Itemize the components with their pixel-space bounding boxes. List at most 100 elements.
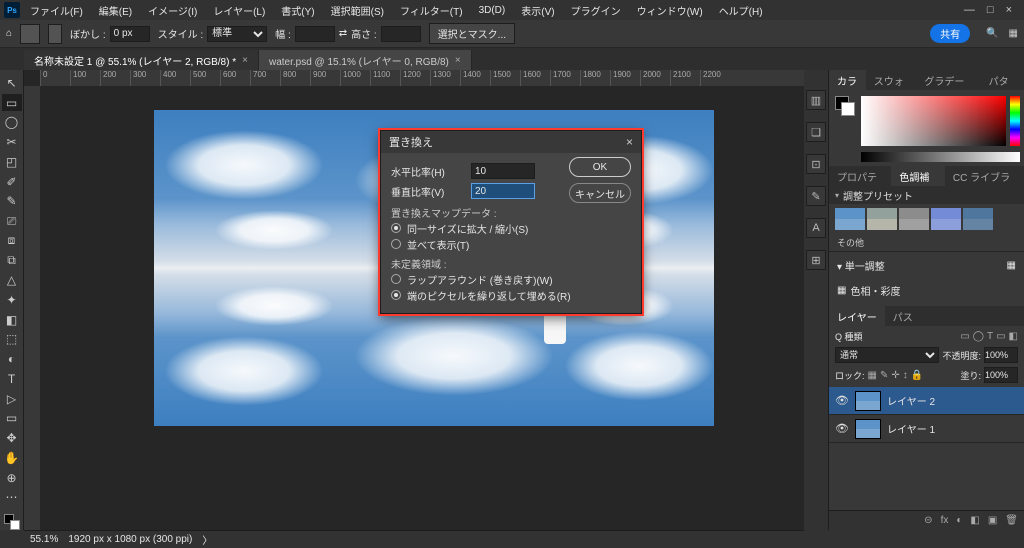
width-input[interactable] [295, 26, 335, 42]
adjust-presets-header[interactable]: ▾ 調整プリセット [829, 186, 1024, 204]
zoom-level[interactable]: 55.1% [30, 534, 58, 545]
preset-thumb[interactable] [835, 208, 865, 230]
tool-clone-stamp[interactable]: ⧉ [2, 252, 22, 270]
preset-thumb[interactable] [931, 208, 961, 230]
menu-filter[interactable]: フィルター(T) [394, 1, 469, 20]
map-option-stretch[interactable]: 同一サイズに拡大 / 縮小(S) [391, 220, 631, 236]
info-dropdown-icon[interactable]: 〉 [202, 532, 212, 547]
window-close-icon[interactable]: × [1006, 4, 1012, 16]
panel-icon-libraries[interactable]: ❏ [806, 122, 826, 142]
document-tab-1-close-icon[interactable]: × [242, 55, 248, 66]
document-tab-1[interactable]: 名称未設定 1 @ 55.1% (レイヤー 2, RGB/8) * × [24, 50, 259, 70]
color-spectrum[interactable] [861, 96, 1006, 146]
menu-view[interactable]: 表示(V) [515, 1, 560, 20]
map-option-tile[interactable]: 並べて表示(T) [391, 236, 631, 252]
layer-name[interactable]: レイヤー 1 [887, 421, 935, 436]
style-select[interactable]: 標準 [207, 26, 267, 42]
fill-input[interactable] [984, 367, 1018, 383]
tool-gradient[interactable]: ◧ [2, 311, 22, 329]
color-swatches[interactable] [2, 512, 22, 530]
lock-pixels-icon[interactable]: ✎ [880, 370, 888, 381]
layer-style-icon[interactable]: fx [941, 515, 949, 526]
tool-lasso[interactable]: ◯ [2, 113, 22, 131]
home-icon[interactable]: ⌂ [6, 28, 12, 39]
cancel-button[interactable]: キャンセル [569, 183, 631, 203]
preset-thumb[interactable] [867, 208, 897, 230]
vscale-input[interactable] [471, 183, 535, 199]
brightness-bar[interactable] [861, 152, 1020, 162]
hscale-input[interactable] [471, 163, 535, 179]
lock-all-icon[interactable]: 🔒 [911, 370, 923, 381]
filter-adjust-icon[interactable]: ◯ [973, 331, 984, 342]
new-layer-icon[interactable]: ▣ [988, 515, 997, 526]
blend-mode-select[interactable]: 通常 [835, 347, 939, 363]
filter-type-icon[interactable]: T [987, 331, 993, 342]
window-minimize-icon[interactable]: — [964, 4, 975, 16]
search-icon[interactable]: 🔍 [986, 28, 998, 39]
tab-color[interactable]: カラー [829, 70, 866, 90]
tool-dodge[interactable]: ◐ [2, 350, 22, 368]
layer-row[interactable]: 👁 レイヤー 2 [829, 387, 1024, 415]
lock-position-icon[interactable]: ✛ [891, 370, 899, 381]
current-tool-swatch[interactable] [20, 24, 40, 44]
tab-swatches[interactable]: スウォッチ [866, 70, 917, 90]
select-and-mask-button[interactable]: 選択とマスク... [429, 23, 515, 44]
tool-edit-toolbar[interactable]: ⋯ [2, 488, 22, 506]
menu-plugins[interactable]: プラグイン [565, 1, 627, 20]
swap-dims-icon[interactable]: ⇄ [339, 28, 347, 39]
panel-icon-brushes[interactable]: ✎ [806, 186, 826, 206]
grid-view-icon[interactable]: ▦ [1007, 260, 1016, 271]
tool-brush[interactable]: ⧈ [2, 232, 22, 250]
menu-layer[interactable]: レイヤー(L) [207, 1, 271, 20]
preset-thumb[interactable] [963, 208, 993, 230]
filter-shape-icon[interactable]: ▭ [996, 331, 1005, 342]
color-mini-swatches[interactable] [835, 96, 855, 116]
share-button[interactable]: 共有 [930, 24, 970, 43]
tab-gradients[interactable]: グラデーション [916, 70, 980, 90]
menu-edit[interactable]: 編集(E) [93, 1, 138, 20]
document-tab-2-close-icon[interactable]: × [455, 55, 461, 66]
single-adjust-header[interactable]: ▾ 単一調整 ▦ [829, 251, 1024, 279]
tab-properties[interactable]: プロパティ [829, 166, 891, 186]
background-swatch[interactable] [10, 520, 20, 530]
link-layers-icon[interactable]: ⊝ [924, 515, 932, 526]
layer-thumbnail[interactable] [855, 391, 881, 411]
tab-paths[interactable]: パス [885, 306, 921, 326]
menu-file[interactable]: ファイル(F) [24, 1, 89, 20]
window-maximize-icon[interactable]: □ [987, 4, 994, 16]
tab-adjustments[interactable]: 色調補正 [891, 166, 945, 186]
undef-option-repeat[interactable]: 端のピクセルを繰り返して埋める(R) [391, 287, 631, 303]
opacity-input[interactable] [984, 347, 1018, 363]
tool-eyedropper[interactable]: ✎ [2, 192, 22, 210]
menu-3d[interactable]: 3D(D) [473, 3, 512, 18]
layer-row[interactable]: 👁 レイヤー 1 [829, 415, 1024, 443]
ok-button[interactable]: OK [569, 157, 631, 177]
tool-quick-select[interactable]: ✂ [2, 133, 22, 151]
menu-select[interactable]: 選択範囲(S) [325, 1, 390, 20]
tool-history-brush[interactable]: △ [2, 271, 22, 289]
tool-frame[interactable]: ✐ [2, 173, 22, 191]
tool-move[interactable]: ↖ [2, 74, 22, 92]
lock-artboard-icon[interactable]: ↕ [903, 370, 908, 381]
hue-sat-row[interactable]: ▦ 色相・彩度 [829, 279, 1024, 306]
layer-filter-icons[interactable]: ▭ ◯ T ▭ ◧ [960, 331, 1018, 342]
layer-thumbnail[interactable] [855, 419, 881, 439]
panel-icon-history[interactable]: ▥ [806, 90, 826, 110]
tool-type[interactable]: T [2, 370, 22, 388]
document-tab-2[interactable]: water.psd @ 15.1% (レイヤー 0, RGB/8) × [259, 50, 472, 70]
height-input[interactable] [381, 26, 421, 42]
lock-transparent-icon[interactable]: ▦ [868, 370, 877, 381]
tool-hand[interactable]: ✋ [2, 449, 22, 467]
delete-layer-icon[interactable]: 🗑 [1005, 515, 1018, 526]
hue-bar[interactable] [1010, 96, 1020, 146]
tool-path-select[interactable]: ✥ [2, 429, 22, 447]
tool-crop[interactable]: ◰ [2, 153, 22, 171]
dialog-titlebar[interactable]: 置き換え × [381, 131, 641, 153]
undef-option-wrap[interactable]: ラップアラウンド (巻き戻す)(W) [391, 271, 631, 287]
tool-preset-dropdown[interactable] [48, 24, 62, 44]
layer-name[interactable]: レイヤー 2 [887, 393, 935, 408]
tool-shape[interactable]: ▭ [2, 409, 22, 427]
tab-patterns[interactable]: パターン [981, 70, 1024, 90]
filter-smart-icon[interactable]: ◧ [1009, 331, 1018, 342]
mini-background-swatch[interactable] [841, 102, 855, 116]
